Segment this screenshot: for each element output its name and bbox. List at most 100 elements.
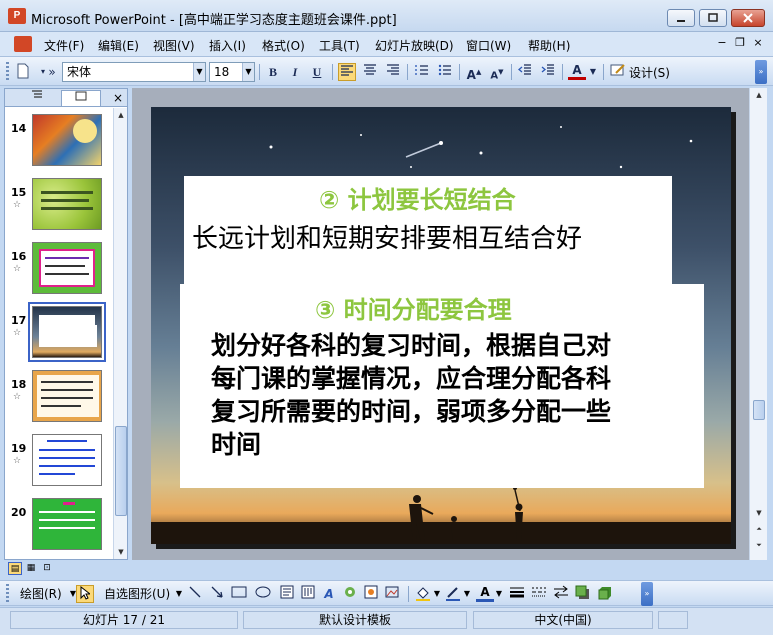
clip-art-icon[interactable] — [362, 585, 380, 603]
tab-outline[interactable] — [17, 90, 57, 106]
toolbar-options-chevron-icon[interactable]: » — [641, 582, 653, 606]
underline-button[interactable]: U — [308, 63, 326, 81]
increase-indent-icon[interactable] — [539, 63, 557, 81]
font-color-icon[interactable]: A — [476, 585, 494, 602]
slide-thumbnail-20[interactable]: 20 — [5, 496, 113, 559]
slide-number: 20 — [11, 506, 27, 519]
overflow-chevron-icon[interactable]: » — [47, 63, 57, 81]
thumbnails-scrollbar[interactable]: ▲ ▼ — [113, 108, 127, 559]
slide-number: 16 — [11, 250, 27, 263]
next-slide-icon[interactable]: ⏷ — [752, 538, 766, 552]
chevron-down-icon[interactable]: ▼ — [494, 585, 504, 603]
menu-edit[interactable]: 编辑(E) — [98, 37, 139, 54]
chevron-down-icon[interactable]: ▼ — [193, 63, 205, 81]
line-color-icon[interactable] — [444, 585, 462, 603]
italic-button[interactable]: I — [286, 63, 304, 81]
line-style-icon[interactable] — [508, 585, 526, 603]
numbered-list-icon[interactable] — [413, 63, 431, 81]
toolbar-options-chevron-icon[interactable]: » — [755, 60, 767, 84]
close-button[interactable] — [731, 9, 765, 27]
powerpoint-app-icon[interactable]: P — [8, 8, 26, 24]
align-right-icon[interactable] — [384, 63, 402, 81]
align-center-icon[interactable] — [361, 63, 379, 81]
toolbar-separator — [407, 64, 408, 80]
menu-insert[interactable]: 插入(I) — [209, 37, 246, 54]
dash-style-icon[interactable] — [530, 585, 548, 603]
previous-slide-icon[interactable]: ⏶ — [752, 522, 766, 536]
align-left-icon[interactable] — [338, 63, 356, 81]
line-tool-icon[interactable] — [186, 585, 204, 603]
autoshapes-menu-button[interactable]: 自选图形(U) — [104, 585, 170, 603]
bulleted-list-icon[interactable] — [436, 63, 454, 81]
design-button[interactable]: 设计(S) — [629, 64, 670, 81]
normal-view-icon[interactable]: ▤ — [8, 562, 22, 575]
slide-sorter-view-icon[interactable]: ▦ — [24, 562, 38, 575]
menu-window[interactable]: 窗口(W) — [466, 37, 511, 54]
draw-menu-button[interactable]: 绘图(R) — [20, 585, 62, 603]
design-icon[interactable] — [609, 63, 627, 81]
language-status: 中文(中国) — [473, 611, 653, 629]
scroll-up-arrow-icon[interactable]: ▲ — [114, 108, 128, 122]
text-box-tool-icon[interactable] — [278, 585, 296, 603]
menu-view[interactable]: 视图(V) — [153, 37, 195, 54]
chevron-down-icon[interactable]: ▼ — [462, 585, 472, 603]
select-pointer-icon[interactable] — [76, 585, 94, 603]
menu-format[interactable]: 格式(O) — [262, 37, 305, 54]
menu-tools[interactable]: 工具(T) — [319, 37, 360, 54]
doc-restore-button[interactable]: ❐ — [734, 36, 746, 50]
doc-close-button[interactable]: × — [752, 36, 764, 50]
diagram-icon[interactable] — [341, 585, 359, 603]
rectangle-tool-icon[interactable] — [230, 585, 248, 603]
toolbar-grip[interactable] — [6, 584, 9, 604]
chevron-down-icon[interactable]: ▼ — [242, 63, 254, 81]
vertical-text-box-icon[interactable] — [299, 585, 317, 603]
wordart-icon[interactable]: A — [320, 585, 338, 603]
font-name-combo[interactable]: 宋体 ▼ — [62, 62, 206, 82]
doc-minimize-button[interactable]: − — [716, 36, 728, 50]
text-box-plan[interactable]: ② 计划要长短结合 长远计划和短期安排要相互结合好 — [184, 176, 672, 288]
font-size-combo[interactable]: 18 ▼ — [209, 62, 255, 82]
menu-slideshow[interactable]: 幻灯片放映(D) — [375, 37, 454, 54]
font-color-icon[interactable]: A — [568, 63, 586, 80]
scroll-up-arrow-icon[interactable]: ▲ — [752, 88, 766, 102]
new-document-icon[interactable] — [14, 63, 32, 81]
tab-slides[interactable] — [61, 90, 101, 106]
3d-style-icon[interactable] — [596, 585, 614, 603]
document-icon[interactable] — [14, 36, 32, 52]
scroll-down-arrow-icon[interactable]: ▼ — [114, 545, 128, 559]
slide-thumbnail-image — [28, 302, 106, 362]
panel-close-button[interactable]: × — [113, 90, 123, 106]
slideshow-view-icon[interactable]: ⊡ — [40, 562, 54, 575]
scroll-down-arrow-icon[interactable]: ▼ — [752, 506, 766, 520]
slide-thumbnail-19[interactable]: 19 ☆ — [5, 432, 113, 496]
arrow-tool-icon[interactable] — [208, 585, 226, 603]
scrollbar-thumb[interactable] — [115, 426, 127, 516]
chevron-down-icon[interactable]: ▼ — [588, 63, 598, 81]
slide-thumbnail-17[interactable]: 17 ☆ — [5, 302, 113, 368]
chevron-down-icon[interactable]: ▼ — [432, 585, 442, 603]
fill-color-icon[interactable] — [414, 585, 432, 603]
increase-font-size-icon[interactable]: A▲ — [465, 63, 483, 82]
oval-tool-icon[interactable] — [254, 585, 272, 603]
maximize-button[interactable] — [699, 9, 727, 27]
shadow-style-icon[interactable] — [574, 585, 592, 603]
toolbar-grip[interactable] — [6, 62, 9, 82]
scrollbar-thumb[interactable] — [753, 400, 765, 420]
decrease-indent-icon[interactable] — [516, 63, 534, 81]
bold-button[interactable]: B — [264, 63, 282, 81]
menu-file[interactable]: 文件(F) — [44, 37, 84, 54]
slide-thumbnail-18[interactable]: 18 ☆ — [5, 368, 113, 432]
insert-picture-icon[interactable] — [383, 585, 401, 603]
menu-help[interactable]: 帮助(H) — [528, 37, 570, 54]
outline-icon — [32, 90, 42, 98]
text-box-time[interactable]: ③ 时间分配要合理 划分好各科的复习时间，根据自己对 每门课的掌握情况，应合理分… — [180, 284, 704, 488]
minimize-button[interactable] — [667, 9, 695, 27]
slide-thumbnail-16[interactable]: 16 ☆ — [5, 240, 113, 304]
arrow-style-icon[interactable] — [552, 585, 570, 603]
current-slide[interactable]: ② 计划要长短结合 长远计划和短期安排要相互结合好 ③ 时间分配要合理 划分好各… — [151, 107, 731, 544]
slide-thumbnail-15[interactable]: 15 ☆ — [5, 176, 113, 240]
slide-thumbnail-14[interactable]: 14 — [5, 112, 113, 176]
minimize-icon — [677, 20, 685, 22]
decrease-font-size-icon[interactable]: A▼ — [488, 63, 506, 81]
slide-scrollbar[interactable]: ▲ ▼ ⏶ ⏷ — [749, 88, 767, 560]
